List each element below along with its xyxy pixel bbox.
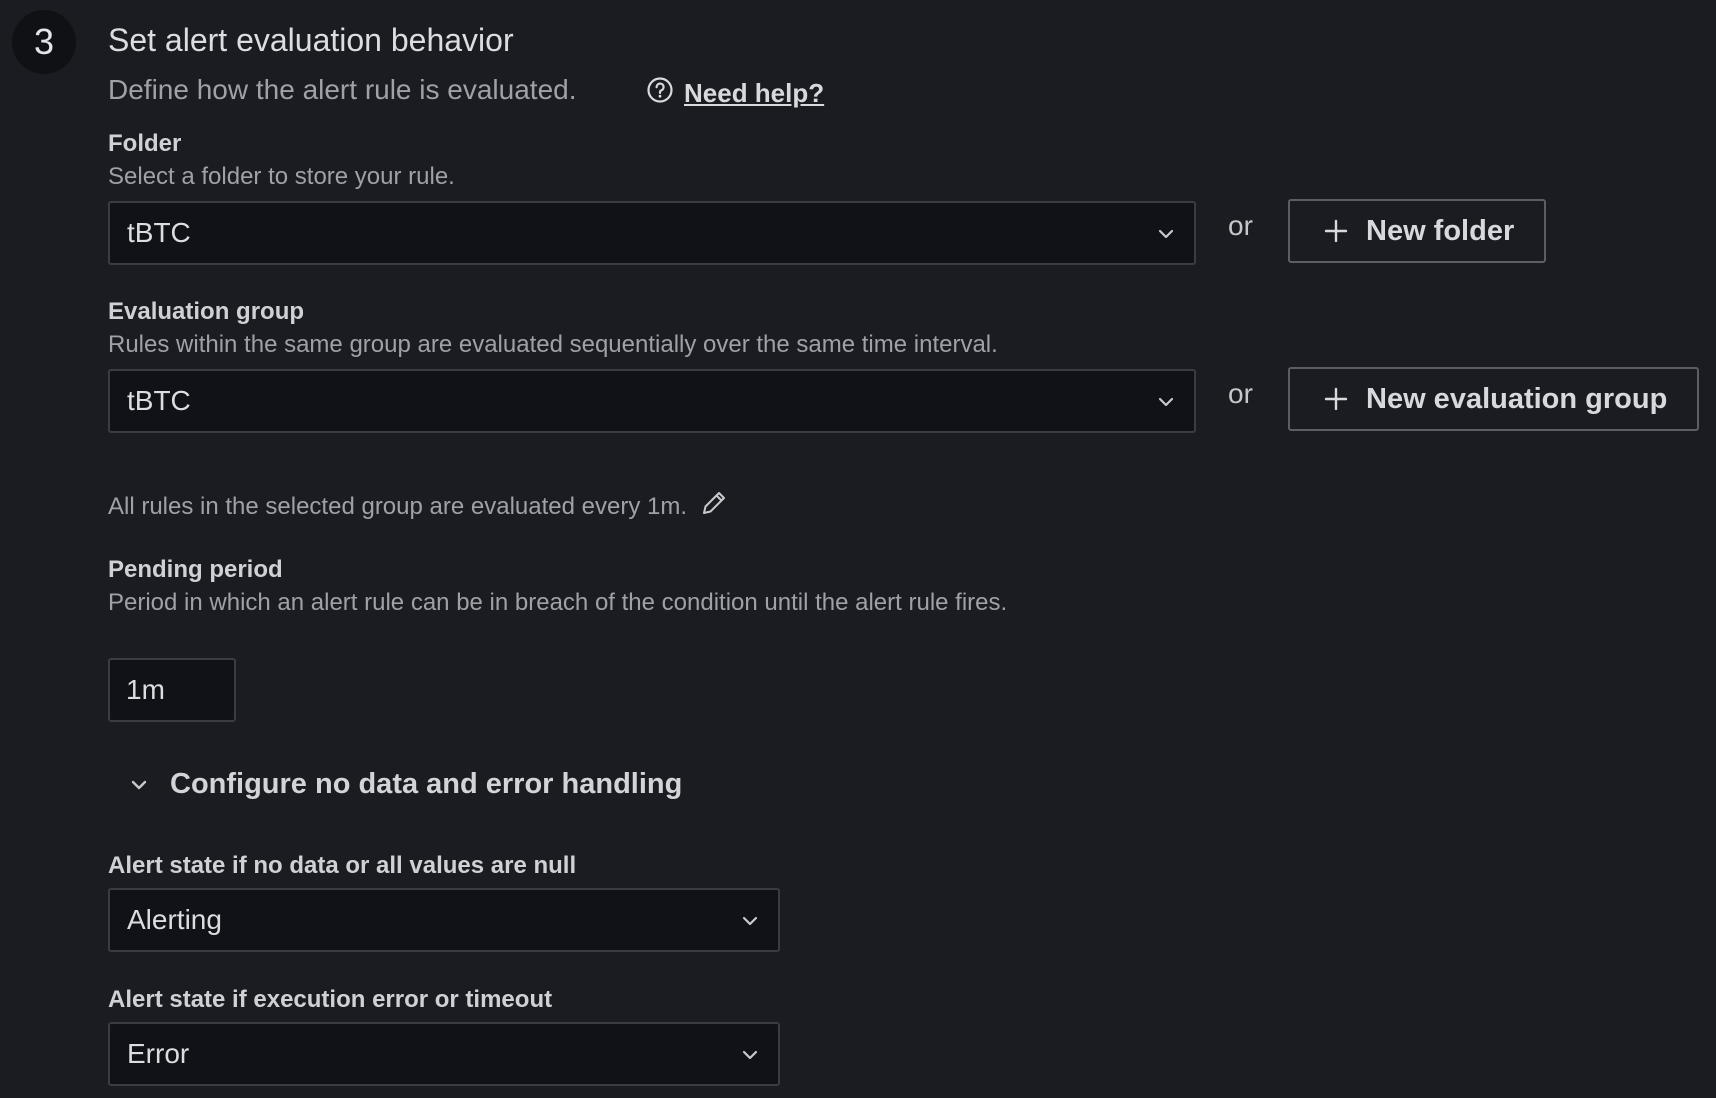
evaluation-group-label: Evaluation group (108, 298, 305, 325)
section-description: Define how the alert rule is evaluated. (108, 74, 577, 105)
plus-icon (1324, 387, 1348, 411)
new-folder-button-label: New folder (1366, 214, 1515, 247)
error-state-label: Alert state if execution error or timeou… (108, 986, 553, 1013)
no-data-state-label: Alert state if no data or all values are… (108, 852, 577, 879)
pencil-icon[interactable] (699, 488, 729, 525)
evaluation-interval-note: All rules in the selected group are eval… (108, 488, 729, 525)
need-help-link-label[interactable]: Need help? (684, 78, 824, 109)
folder-description: Select a folder to store your rule. (108, 163, 455, 190)
no-data-state-select[interactable]: Alerting (108, 888, 780, 952)
no-data-state-value: Alerting (127, 904, 222, 935)
pending-period-label: Pending period (108, 556, 283, 583)
pending-period-input[interactable]: 1m (108, 658, 236, 722)
configure-no-data-toggle-label: Configure no data and error handling (170, 768, 683, 800)
new-evaluation-group-button-label: New evaluation group (1366, 382, 1668, 415)
evaluation-group-or-text: or (1228, 378, 1253, 409)
chevron-down-icon (742, 1050, 758, 1060)
chevron-down-icon (131, 780, 147, 789)
step-number: 3 (12, 10, 76, 74)
alert-evaluation-section: 3 Set alert evaluation behavior Define h… (0, 0, 1716, 1098)
evaluation-group-select[interactable]: tBTC (108, 369, 1196, 433)
configure-no-data-toggle[interactable]: Configure no data and error handling (128, 768, 682, 801)
need-help-link[interactable]: Need help? (646, 76, 824, 111)
folder-or-text: or (1228, 210, 1253, 241)
new-evaluation-group-button[interactable]: New evaluation group (1288, 367, 1700, 431)
pending-period-description: Period in which an alert rule can be in … (108, 589, 1008, 616)
chevron-down-icon (1158, 397, 1174, 407)
question-circle-icon (646, 76, 674, 111)
folder-label: Folder (108, 130, 182, 157)
evaluation-group-select-value: tBTC (127, 385, 191, 416)
folder-select[interactable]: tBTC (108, 201, 1196, 265)
error-state-value: Error (127, 1038, 190, 1069)
section-title: Set alert evaluation behavior (108, 22, 514, 58)
evaluation-group-description: Rules within the same group are evaluate… (108, 331, 998, 358)
chevron-down-icon (742, 916, 758, 926)
folder-select-value: tBTC (127, 217, 191, 248)
chevron-down-icon (1158, 229, 1174, 239)
plus-icon (1324, 219, 1348, 243)
error-state-select[interactable]: Error (108, 1022, 780, 1086)
evaluation-interval-text: All rules in the selected group are eval… (108, 492, 687, 520)
new-folder-button[interactable]: New folder (1288, 199, 1547, 263)
